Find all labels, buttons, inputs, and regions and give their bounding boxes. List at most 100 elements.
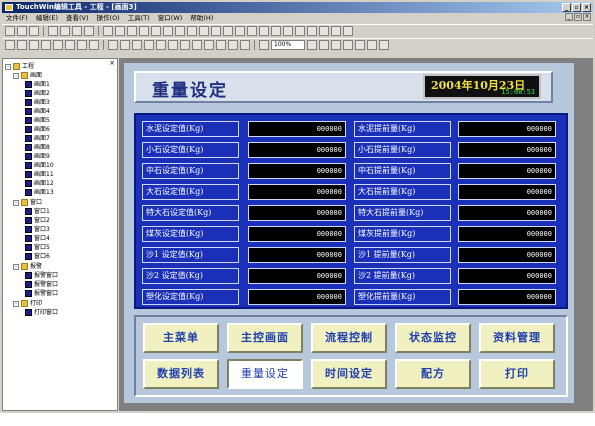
tree-item-screen[interactable]: 画面13: [25, 188, 54, 197]
group-icon[interactable]: [180, 40, 190, 50]
tree-group-alarms[interactable]: - 报警: [13, 262, 42, 271]
tree-item-screen[interactable]: 画面4: [25, 107, 50, 116]
align-right-icon[interactable]: [132, 40, 142, 50]
color-icon[interactable]: [127, 26, 137, 36]
arc-tool-icon[interactable]: [17, 40, 27, 50]
status-monitor-button[interactable]: 状态监控: [395, 323, 471, 353]
download-icon[interactable]: [319, 26, 329, 36]
cut-icon[interactable]: [48, 26, 58, 36]
graph-tool-icon[interactable]: [271, 26, 281, 36]
polygon-tool-icon[interactable]: [77, 40, 87, 50]
advance-value[interactable]: 000000: [458, 121, 556, 137]
tree-item-print[interactable]: 打印窗口: [25, 308, 58, 317]
help-icon[interactable]: [84, 26, 94, 36]
setpoint-value[interactable]: 000000: [248, 247, 346, 263]
paste-icon[interactable]: [72, 26, 82, 36]
zoom-out-icon[interactable]: [259, 40, 269, 50]
redo-icon[interactable]: [343, 40, 353, 50]
open-file-icon[interactable]: [17, 26, 27, 36]
record-tool-icon[interactable]: [259, 26, 269, 36]
tree-item-window[interactable]: 窗口3: [25, 225, 50, 234]
recipe-tool-icon[interactable]: [307, 26, 317, 36]
window-tool-icon[interactable]: [247, 26, 257, 36]
tree-item-screen[interactable]: 画面2: [25, 89, 50, 98]
tree-item-screen[interactable]: 画面3: [25, 98, 50, 107]
tree-item-screen[interactable]: 画面9: [25, 152, 50, 161]
grid-dots-icon[interactable]: [319, 40, 329, 50]
bitmap-tool-icon[interactable]: [283, 26, 293, 36]
advance-value[interactable]: 000000: [458, 184, 556, 200]
setpoint-value[interactable]: 000000: [248, 289, 346, 305]
setpoint-value[interactable]: 000000: [248, 184, 346, 200]
ungroup-icon[interactable]: [192, 40, 202, 50]
tree-item-screen[interactable]: 画面8: [25, 143, 50, 152]
menu-edit[interactable]: 编辑(E): [32, 13, 62, 23]
collapse-icon[interactable]: -: [13, 263, 19, 270]
data-list-button[interactable]: 数据列表: [143, 359, 219, 389]
recipe-button[interactable]: 配方: [395, 359, 471, 389]
menu-tools[interactable]: 工具(T): [124, 13, 154, 23]
tree-item-screen[interactable]: 画面5: [25, 116, 50, 125]
meter-tool-icon[interactable]: [187, 26, 197, 36]
clock-tool-icon[interactable]: [295, 26, 305, 36]
tree-item-screen[interactable]: 画面7: [25, 134, 50, 143]
tree-item-window[interactable]: 窗口1: [25, 207, 50, 216]
undo-icon[interactable]: [331, 40, 341, 50]
print-button[interactable]: 打印: [479, 359, 555, 389]
tree-item-window[interactable]: 窗口5: [25, 243, 50, 252]
menu-view[interactable]: 查看(V): [62, 13, 93, 23]
tree-group-print[interactable]: - 打印: [13, 299, 42, 308]
select-arrow-icon[interactable]: [89, 40, 99, 50]
delete-icon[interactable]: [367, 40, 377, 50]
doc-restore-button[interactable]: ▫: [574, 13, 582, 21]
advance-value[interactable]: 000000: [458, 247, 556, 263]
advance-value[interactable]: 000000: [458, 289, 556, 305]
zoom-in-icon[interactable]: [307, 40, 317, 50]
switch-tool-icon[interactable]: [163, 26, 173, 36]
bar-tool-icon[interactable]: [175, 26, 185, 36]
data-management-button[interactable]: 资料管理: [479, 323, 555, 353]
tree-item-alarm[interactable]: 报警窗口: [25, 280, 58, 289]
tree-item-alarm[interactable]: 报警窗口: [25, 271, 58, 280]
font-icon[interactable]: [115, 26, 125, 36]
tree-item-screen[interactable]: 画面1: [25, 80, 50, 89]
bring-front-icon[interactable]: [204, 40, 214, 50]
upload-icon[interactable]: [331, 26, 341, 36]
number-tool-icon[interactable]: [211, 26, 221, 36]
trend-tool-icon[interactable]: [199, 26, 209, 36]
process-control-button[interactable]: 流程控制: [311, 323, 387, 353]
align-top-icon[interactable]: [144, 40, 154, 50]
save-icon[interactable]: [29, 26, 39, 36]
ellipse-tool-icon[interactable]: [53, 40, 63, 50]
minimize-button[interactable]: _: [562, 3, 571, 12]
snap-icon[interactable]: [240, 40, 250, 50]
maximize-button[interactable]: ▫: [572, 3, 581, 12]
close-button[interactable]: ×: [582, 3, 591, 12]
advance-value[interactable]: 000000: [458, 226, 556, 242]
menu-window[interactable]: 窗口(W): [154, 13, 187, 23]
fill-rect-icon[interactable]: [65, 40, 75, 50]
collapse-icon[interactable]: -: [13, 300, 19, 307]
menu-operate[interactable]: 操作(O): [93, 13, 124, 23]
align-left-icon[interactable]: [108, 40, 118, 50]
picture-tool-icon[interactable]: [223, 26, 233, 36]
properties-icon[interactable]: [355, 40, 365, 50]
tree-item-screen[interactable]: 画面12: [25, 179, 54, 188]
tree-group-screens[interactable]: - 画面: [13, 71, 42, 80]
rect-tool-icon[interactable]: [29, 40, 39, 50]
menu-file[interactable]: 文件(F): [2, 13, 32, 23]
copy-icon[interactable]: [60, 26, 70, 36]
setpoint-value[interactable]: 000000: [248, 205, 346, 221]
simulate-icon[interactable]: [343, 26, 353, 36]
line-tool-icon[interactable]: [5, 40, 15, 50]
circle-tool-icon[interactable]: [41, 40, 51, 50]
setpoint-value[interactable]: 000000: [248, 142, 346, 158]
setpoint-value[interactable]: 000000: [248, 121, 346, 137]
zoom-select[interactable]: 100%: [271, 40, 305, 50]
send-back-icon[interactable]: [216, 40, 226, 50]
tree-group-windows[interactable]: - 窗口: [13, 198, 42, 207]
collapse-icon[interactable]: -: [5, 63, 11, 70]
button-tool-icon[interactable]: [151, 26, 161, 36]
weight-setting-button[interactable]: 重量设定: [227, 359, 303, 389]
lamp-icon[interactable]: [139, 26, 149, 36]
